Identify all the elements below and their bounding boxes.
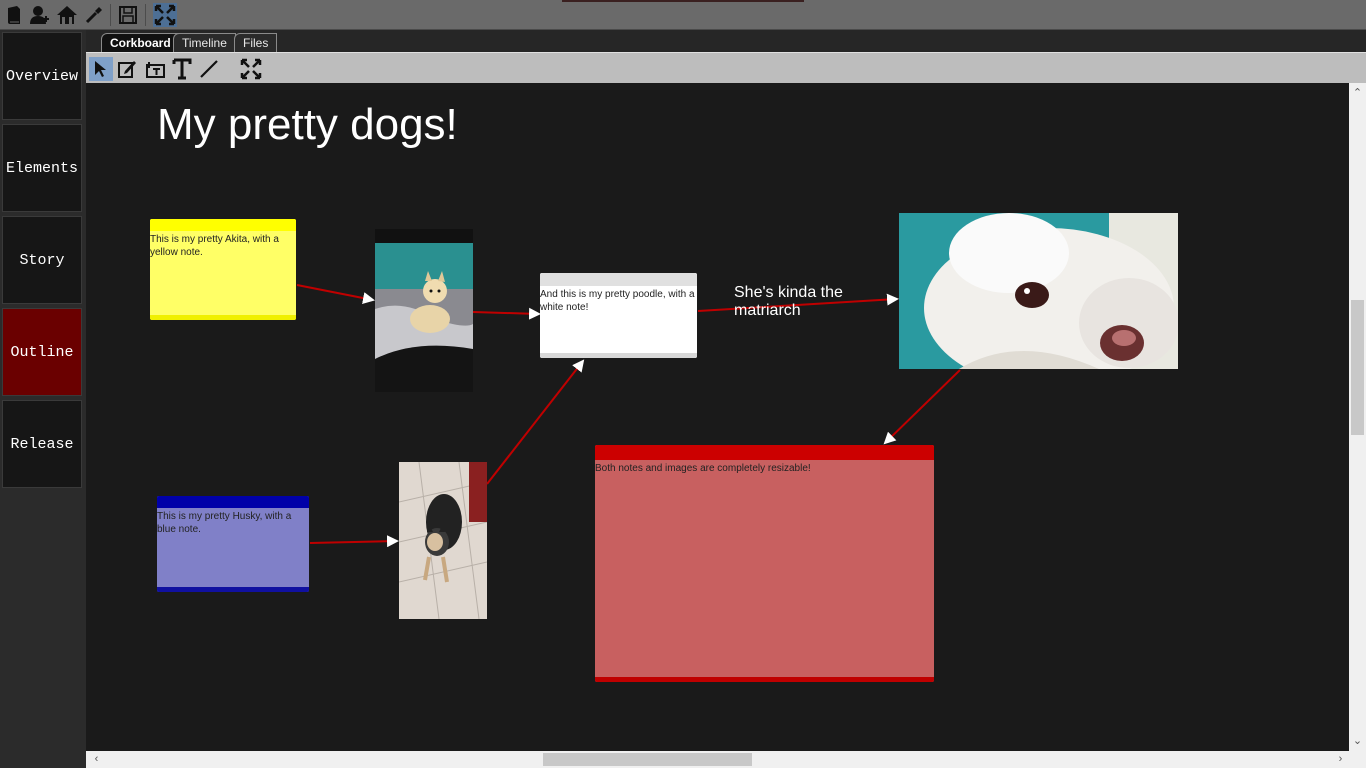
akita-photo[interactable] (375, 229, 473, 392)
places-icon[interactable] (55, 3, 79, 27)
vertical-scrollbar[interactable]: ⌃ ⌄ (1349, 83, 1366, 751)
tab-corkboard[interactable]: Corkboard (101, 33, 180, 52)
tab-label: Files (243, 36, 269, 50)
toolbar-separator (110, 4, 111, 26)
note-akita[interactable]: This is my pretty Akita, with a yellow n… (150, 219, 296, 320)
link-husky-photo-to-poodle-note (486, 359, 585, 485)
floating-caption[interactable]: She's kinda the matriarch (734, 284, 884, 320)
tab-files[interactable]: Files (234, 33, 278, 52)
note-husky[interactable]: This is my pretty Husky, with a blue not… (157, 496, 309, 592)
fit-view-icon[interactable] (239, 57, 263, 81)
note-text: This is my pretty Husky, with a blue not… (157, 511, 292, 535)
note-text: This is my pretty Akita, with a yellow n… (150, 234, 279, 258)
sidebar-item-release[interactable]: Release (2, 400, 82, 488)
tab-label: Timeline (182, 36, 227, 50)
save-icon[interactable] (116, 3, 140, 27)
edit-note-icon[interactable] (115, 57, 139, 81)
left-sidebar: Overview Elements Story Outline Release (0, 30, 86, 768)
note-resizable[interactable]: Both notes and images are completely res… (595, 445, 934, 682)
link-akita-to-photo (296, 284, 375, 304)
link-poodle-photo-to-red-note (883, 369, 961, 445)
scroll-left-icon[interactable]: ‹ (88, 751, 105, 768)
poodle-photo[interactable] (899, 213, 1178, 369)
scroll-up-icon[interactable]: ⌃ (1349, 85, 1366, 102)
line-tool-icon[interactable] (197, 57, 221, 81)
sidebar-item-label: Outline (10, 343, 74, 361)
horizontal-scroll-thumb[interactable] (543, 753, 752, 766)
book-icon[interactable] (2, 3, 26, 27)
vertical-scroll-thumb[interactable] (1351, 300, 1364, 435)
tab-strip: Corkboard Timeline Files (86, 30, 1366, 52)
note-footer (150, 315, 296, 320)
note-poodle[interactable]: And this is my pretty poodle, with a whi… (540, 273, 697, 358)
scroll-down-icon[interactable]: ⌄ (1349, 733, 1366, 750)
sidebar-item-story[interactable]: Story (2, 216, 82, 304)
scroll-right-icon[interactable]: › (1332, 751, 1349, 768)
note-footer (157, 587, 309, 592)
note-text: And this is my pretty poodle, with a whi… (540, 289, 695, 313)
top-toolbar (0, 0, 1366, 30)
window-accent-line (562, 0, 804, 2)
fullscreen-icon[interactable] (153, 3, 177, 27)
sidebar-item-label: Overview (5, 67, 78, 85)
husky-photo[interactable] (399, 462, 487, 619)
tab-label: Corkboard (110, 36, 171, 50)
link-photo-to-poodle-note (472, 307, 541, 320)
horizontal-scrollbar[interactable]: ‹ › (86, 751, 1366, 768)
note-footer (540, 353, 697, 358)
note-header (595, 445, 934, 460)
sidebar-item-label: Elements (5, 159, 78, 177)
note-text: Both notes and images are completely res… (595, 463, 811, 474)
page-title: My pretty dogs! (157, 100, 458, 149)
sidebar-item-label: Story (19, 251, 65, 269)
select-arrow-icon[interactable] (89, 57, 113, 81)
link-husky-to-photo (309, 535, 399, 548)
add-text-box-icon[interactable] (143, 57, 167, 81)
note-header (150, 219, 296, 231)
sidebar-item-label: Release (10, 435, 74, 453)
sidebar-item-outline[interactable]: Outline (2, 308, 82, 396)
dropper-icon[interactable] (82, 3, 106, 27)
note-header (540, 273, 697, 286)
toolbar-separator (145, 4, 146, 26)
sidebar-item-overview[interactable]: Overview (2, 32, 82, 120)
corkboard-tools (86, 52, 1366, 83)
text-tool-icon[interactable] (170, 57, 194, 81)
note-footer (595, 677, 934, 682)
sidebar-item-elements[interactable]: Elements (2, 124, 82, 212)
tab-timeline[interactable]: Timeline (173, 33, 236, 52)
note-header (157, 496, 309, 508)
add-person-icon[interactable] (28, 3, 52, 27)
